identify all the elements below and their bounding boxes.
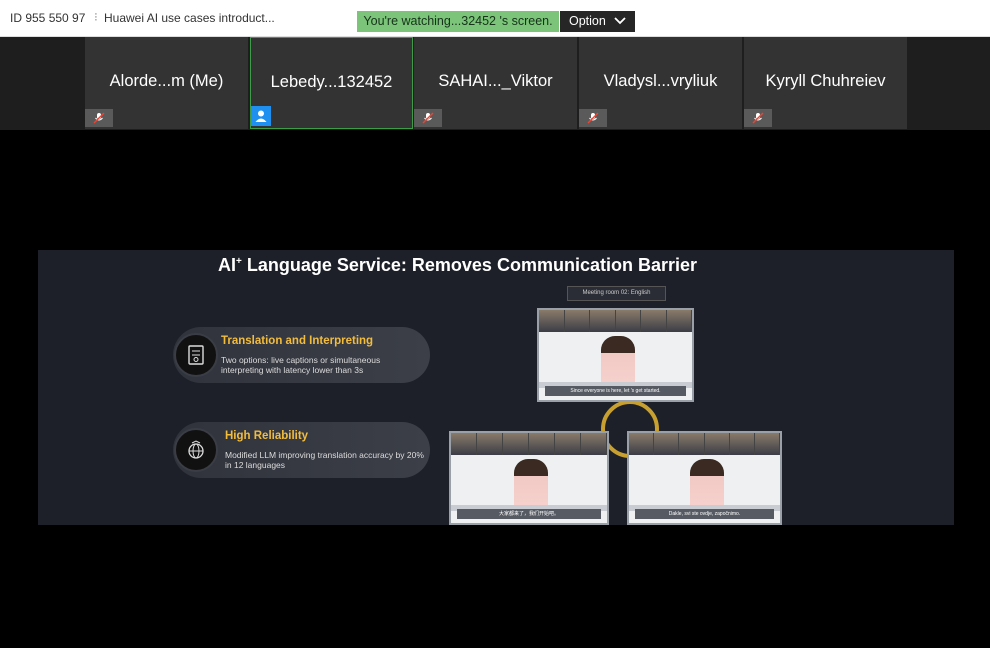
participant-tile[interactable]: Alorde...m (Me) bbox=[85, 37, 248, 129]
mic-muted-icon bbox=[414, 109, 442, 127]
participant-tile[interactable]: Kyryll Chuhreiev bbox=[744, 37, 907, 129]
slide-title: AI+ Language Service: Removes Communicat… bbox=[218, 255, 697, 276]
caption-bar: Dakle, svi ste ovdje, započnimo. bbox=[635, 509, 774, 519]
watching-banner: You're watching...32452 's screen. bbox=[357, 11, 559, 32]
participant-thumbnails bbox=[451, 433, 607, 455]
globe-icon bbox=[174, 428, 218, 472]
caption-bar: Since everyone is here, let 's get start… bbox=[545, 386, 686, 396]
feature-desc: Two options: live captions or simultaneo… bbox=[221, 355, 381, 375]
mic-muted-icon bbox=[85, 109, 113, 127]
caption-bar: 大家都来了，我们开始吧。 bbox=[457, 509, 601, 519]
participant-thumbnails bbox=[629, 433, 780, 455]
participant-name: SAHAI..._Viktor bbox=[438, 72, 553, 90]
feature-title: High Reliability bbox=[225, 430, 309, 442]
participant-tile-active[interactable]: Lebedy...132452 bbox=[250, 37, 413, 129]
participant-tile[interactable]: Vladysl...vryliuk bbox=[579, 37, 742, 129]
view-option-button[interactable]: Option bbox=[560, 11, 635, 32]
meeting-title: Huawei AI use cases introduct... bbox=[104, 11, 275, 25]
participant-name: Vladysl...vryliuk bbox=[603, 72, 718, 90]
option-label: Option bbox=[569, 14, 606, 28]
video-conference-frame: Since everyone is here, let 's get start… bbox=[537, 308, 694, 402]
document-icon bbox=[174, 333, 218, 377]
mic-muted-icon bbox=[579, 109, 607, 127]
participant-name: Lebedy...132452 bbox=[270, 73, 393, 91]
feature-title: Translation and Interpreting bbox=[221, 335, 374, 347]
user-icon bbox=[251, 106, 271, 126]
feature-desc: Modified LLM improving translation accur… bbox=[225, 450, 424, 470]
feature-translation: Translation and Interpreting Two options… bbox=[173, 327, 430, 383]
meeting-id: ID 955 550 97 bbox=[10, 11, 86, 25]
video-conference-frame: Dakle, svi ste ovdje, započnimo. bbox=[627, 431, 782, 525]
participant-strip: Alorde...m (Me) Lebedy...132452 SAHAI...… bbox=[0, 37, 990, 130]
participant-thumbnails bbox=[539, 310, 692, 332]
feature-reliability: High Reliability Modified LLM improving … bbox=[173, 422, 430, 478]
meeting-separator: ⁝ bbox=[94, 10, 98, 24]
chevron-down-icon bbox=[614, 17, 626, 25]
shared-screen-slide: AI+ Language Service: Removes Communicat… bbox=[38, 250, 954, 525]
slide-title-main: AI bbox=[218, 255, 236, 275]
slide-title-rest: Language Service: Removes Communication … bbox=[241, 255, 697, 275]
participant-name: Alorde...m (Me) bbox=[109, 72, 224, 90]
meeting-room-label: Meeting room 02: English bbox=[567, 286, 666, 301]
meeting-topbar: ID 955 550 97 ⁝ Huawei AI use cases intr… bbox=[0, 0, 990, 37]
participant-name: Kyryll Chuhreiev bbox=[765, 72, 886, 90]
mic-muted-icon bbox=[744, 109, 772, 127]
video-conference-frame: 大家都来了，我们开始吧。 bbox=[449, 431, 609, 525]
participant-tile[interactable]: SAHAI..._Viktor bbox=[414, 37, 577, 129]
